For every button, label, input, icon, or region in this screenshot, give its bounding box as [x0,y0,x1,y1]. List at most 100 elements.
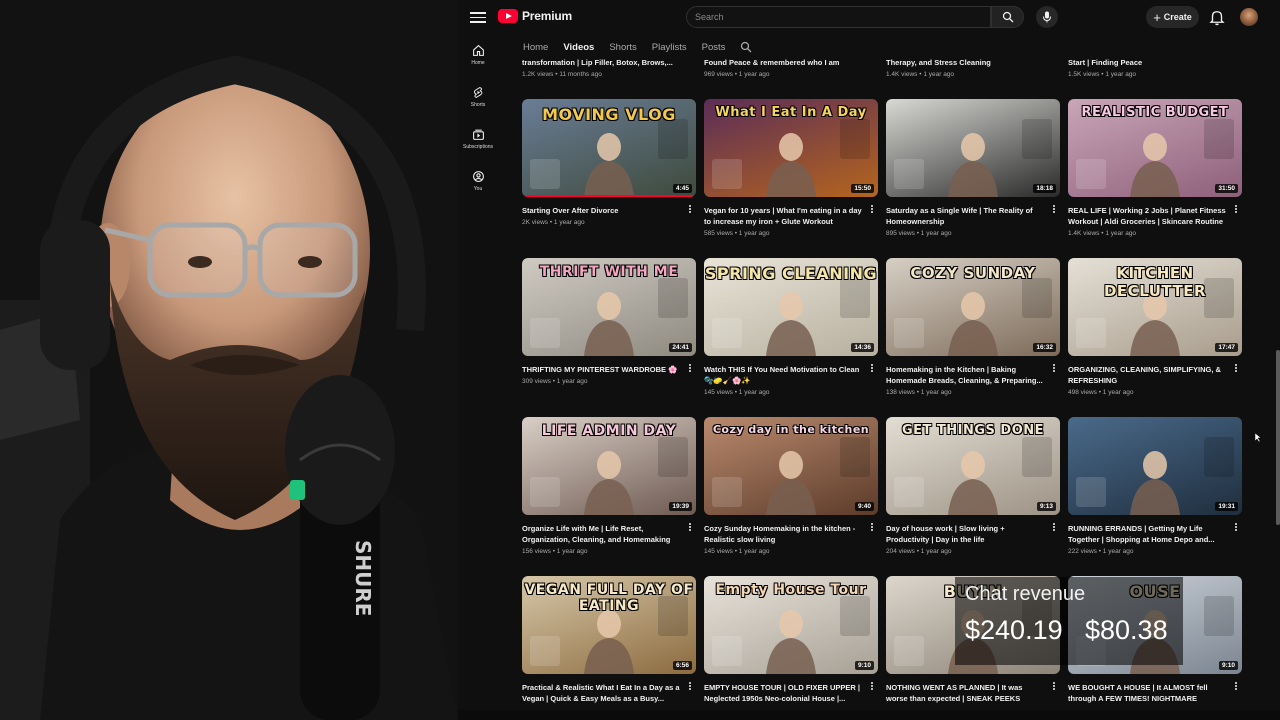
video-card-partial[interactable]: transformation | Lip Filler, Botox, Brow… [522,57,696,78]
video-thumbnail[interactable]: THRIFT WITH ME 24:41 [522,258,696,356]
video-card-partial[interactable]: Therapy, and Stress Cleaning 1.4K views … [886,57,1060,78]
rail-item-shorts[interactable]: Shorts [458,76,498,118]
more-options-icon[interactable] [1050,521,1058,533]
video-title[interactable]: Found Peace & remembered who I am [704,57,864,68]
video-thumbnail[interactable]: MOVING VLOG 4:45 [522,99,696,197]
video-thumbnail[interactable]: Cozy day in the kitchen 9:40 [704,417,878,515]
video-thumbnail[interactable]: KITCHEN DECLUTTER 17:47 [1068,258,1242,356]
channel-search-icon[interactable] [740,41,752,53]
streamer-illustration: SHURE [0,0,458,720]
video-card[interactable]: 19:31 RUNNING ERRANDS | Getting My Life T… [1068,417,1242,555]
more-options-icon[interactable] [1232,362,1240,374]
tab-home[interactable]: Home [523,42,548,53]
video-card[interactable]: REALISTIC BUDGET 31:50 REAL LIFE | Working… [1068,99,1242,237]
more-options-icon[interactable] [1050,203,1058,215]
video-title[interactable]: Starting Over After Divorce [522,205,682,216]
video-card-partial[interactable]: Found Peace & remembered who I am 969 vi… [704,57,878,78]
home-icon [472,44,484,56]
video-title[interactable]: Organize Life with Me | Life Reset, Orga… [522,523,682,545]
stream-frame: SHURE Premium + Create [0,0,1280,720]
more-options-icon[interactable] [1232,680,1240,692]
more-options-icon[interactable] [868,203,876,215]
video-title[interactable]: REAL LIFE | Working 2 Jobs | Planet Fitn… [1068,205,1228,227]
video-title[interactable]: Cozy Sunday Homemaking in the kitchen - … [704,523,864,545]
menu-icon[interactable] [470,9,486,25]
shorts-icon [473,87,482,98]
video-card[interactable]: COZY SUNDAY 16:32 Homemaking in the Kitche… [886,258,1060,396]
video-meta: 204 views • 1 year ago [886,548,952,555]
thumbnail-image [1076,437,1234,515]
more-options-icon[interactable] [686,362,694,374]
video-title[interactable]: Therapy, and Stress Cleaning [886,57,1046,68]
more-options-icon[interactable] [1050,680,1058,692]
more-options-icon[interactable] [1050,362,1058,374]
more-options-icon[interactable] [1232,521,1240,533]
more-options-icon[interactable] [1232,203,1240,215]
thumbnail-text: VEGAN FULL DAY OF EATING [524,582,694,614]
video-title[interactable]: Start | Finding Peace [1068,57,1228,68]
webcam-feed: SHURE [0,0,458,720]
video-title[interactable]: transformation | Lip Filler, Botox, Brow… [522,57,682,68]
video-thumbnail[interactable]: REALISTIC BUDGET 31:50 [1068,99,1242,197]
video-thumbnail[interactable]: COZY SUNDAY 16:32 [886,258,1060,356]
video-card[interactable]: VEGAN FULL DAY OF EATING 6:56 Practical & … [522,576,696,704]
video-title[interactable]: Vegan for 10 years | What I'm eating in … [704,205,864,227]
video-title[interactable]: Homemaking in the Kitchen | Baking Homem… [886,364,1046,386]
tab-playlists[interactable]: Playlists [652,42,687,53]
more-options-icon[interactable] [686,521,694,533]
video-title[interactable]: WE BOUGHT A HOUSE | It ALMOST fell throu… [1068,682,1228,704]
video-thumbnail[interactable]: LIFE ADMIN DAY 19:39 [522,417,696,515]
video-card[interactable]: KITCHEN DECLUTTER 17:47 ORGANIZING, CLEANI… [1068,258,1242,396]
video-title[interactable]: EMPTY HOUSE TOUR | OLD FIXER UPPER | Neg… [704,682,864,704]
video-thumbnail[interactable]: 18:18 [886,99,1060,197]
duration-badge: 16:32 [1033,343,1056,352]
more-options-icon[interactable] [868,362,876,374]
video-title[interactable]: NOTHING WENT AS PLANNED | It was worse t… [886,682,1046,704]
video-card[interactable]: Cozy day in the kitchen 9:40 Cozy Sunday H… [704,417,878,555]
tab-shorts[interactable]: Shorts [609,42,636,53]
video-card[interactable]: Empty House Tour 9:10 EMPTY HOUSE TOUR | O… [704,576,878,704]
video-card[interactable]: THRIFT WITH ME 24:41 THRIFTING MY PINTERES… [522,258,696,385]
video-title[interactable]: ORGANIZING, CLEANING, SIMPLIFYING, & REF… [1068,364,1228,386]
video-card[interactable]: SPRING CLEANING 14:36 Watch THIS If You Ne… [704,258,878,396]
video-card[interactable]: MOVING VLOG 4:45 Starting Over After Divor… [522,99,696,226]
video-card[interactable]: LIFE ADMIN DAY 19:39 Organize Life with Me… [522,417,696,555]
more-options-icon[interactable] [686,680,694,692]
thumbnail-image [894,119,1052,197]
video-title[interactable]: Watch THIS If You Need Motivation to Cle… [704,364,864,386]
video-title[interactable]: RUNNING ERRANDS | Getting My Life Togeth… [1068,523,1228,545]
tab-videos[interactable]: Videos [563,42,594,53]
video-meta: 1.4K views • 1 year ago [886,71,955,78]
video-card-partial[interactable]: Start | Finding Peace 1.5K views • 1 yea… [1068,57,1242,78]
video-card[interactable]: What I Eat In A Day 15:50 Vegan for 10 yea… [704,99,878,237]
video-title[interactable]: Day of house work | Slow living + Produc… [886,523,1046,545]
subscriptions-icon [472,129,484,140]
more-options-icon[interactable] [868,680,876,692]
rail-label: Home [471,60,485,66]
video-thumbnail[interactable]: Empty House Tour 9:10 [704,576,878,674]
page-scrollbar[interactable] [1276,350,1280,525]
video-meta: 145 views • 1 year ago [704,548,770,555]
rail-item-you[interactable]: You [458,160,498,202]
video-meta: 969 views • 1 year ago [704,71,770,78]
duration-badge: 14:36 [851,343,874,352]
rail-item-subscriptions[interactable]: Subscriptions [458,118,498,160]
video-meta: 1.5K views • 1 year ago [1068,71,1137,78]
rail-item-home[interactable]: Home [458,34,498,76]
video-thumbnail[interactable]: 19:31 [1068,417,1242,515]
video-thumbnail[interactable]: GET THINGS DONE 9:13 [886,417,1060,515]
tab-posts[interactable]: Posts [702,42,726,53]
video-title[interactable]: Practical & Realistic What I Eat In a Da… [522,682,682,704]
thumbnail-text: SPRING CLEANING [704,264,878,283]
video-meta: 585 views • 1 year ago [704,230,770,237]
duration-badge: 24:41 [669,343,692,352]
video-title[interactable]: Saturday as a Single Wife | The Reality … [886,205,1046,227]
more-options-icon[interactable] [686,203,694,215]
more-options-icon[interactable] [868,521,876,533]
video-card[interactable]: 18:18 Saturday as a Single Wife | The Rea… [886,99,1060,237]
video-card[interactable]: GET THINGS DONE 9:13 Day of house work | S… [886,417,1060,555]
video-thumbnail[interactable]: SPRING CLEANING 14:36 [704,258,878,356]
video-thumbnail[interactable]: What I Eat In A Day 15:50 [704,99,878,197]
video-title[interactable]: THRIFTING MY PINTEREST WARDROBE 🌸 [522,364,682,375]
video-thumbnail[interactable]: VEGAN FULL DAY OF EATING 6:56 [522,576,696,674]
